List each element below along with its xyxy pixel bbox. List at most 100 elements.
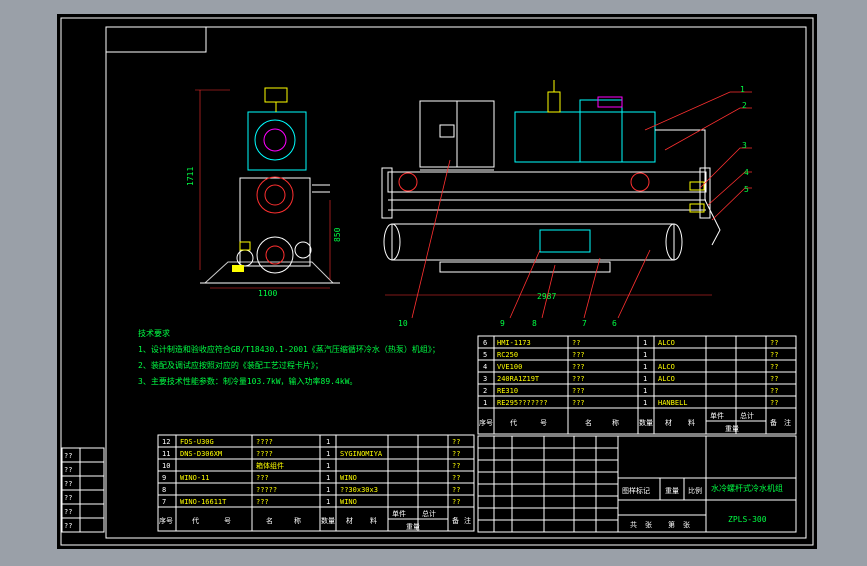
- parts-lower-header-total: 总计: [422, 509, 436, 518]
- parts-lower-name: ????: [256, 450, 273, 458]
- parts-upper-note: ??: [770, 339, 778, 347]
- balloon-9: 9: [500, 319, 505, 328]
- parts-upper-name: ???: [572, 399, 585, 407]
- parts-upper-no: 5: [483, 351, 487, 359]
- parts-upper-header-note2: 注: [784, 418, 791, 427]
- title-sheet-label2: 张: [683, 520, 690, 529]
- parts-upper-header-name2: 称: [612, 418, 619, 427]
- parts-upper-no: 2: [483, 387, 487, 395]
- parts-lower-no: 11: [162, 450, 170, 458]
- parts-upper-name: ???: [572, 387, 585, 395]
- parts-lower-no: 12: [162, 438, 170, 446]
- parts-lower-header-note: 备: [452, 516, 459, 525]
- parts-lower-header-name: 名: [266, 516, 273, 525]
- side-stamp: ??: [64, 452, 72, 460]
- parts-upper-no: 1: [483, 399, 487, 407]
- parts-lower-qty: 1: [326, 474, 330, 482]
- balloon-6: 6: [612, 319, 617, 328]
- parts-upper-header-single: 单件: [710, 411, 724, 420]
- tech-req-item: 1、设计制造和验收应符合GB/T18430.1-2001《蒸汽压缩循环冷水（热泵…: [138, 344, 440, 354]
- balloon-5: 5: [744, 185, 749, 194]
- drawing-canvas: 1711 850 1100 2987 1 2 3 4 5 6 7 8 9 10 …: [57, 14, 817, 549]
- parts-lower-material: WINO: [340, 474, 357, 482]
- parts-lower-name: ???: [256, 498, 269, 506]
- parts-upper-material: ALCO: [658, 375, 675, 383]
- parts-lower-qty: 1: [326, 438, 330, 446]
- parts-lower-note: ??: [452, 486, 460, 494]
- parts-upper-header-code2: 号: [540, 419, 547, 427]
- parts-upper-no: 4: [483, 363, 487, 371]
- parts-upper-qty: 1: [643, 375, 647, 383]
- parts-upper-no: 3: [483, 375, 487, 383]
- dim-width-side: 1100: [258, 289, 277, 298]
- side-stamp: ??: [64, 494, 72, 502]
- parts-lower-header-no: 序号: [159, 516, 173, 525]
- parts-upper-header-material: 材: [665, 418, 672, 427]
- parts-lower-qty: 1: [326, 486, 330, 494]
- parts-upper-code: VVE100: [497, 363, 522, 371]
- parts-upper-qty: 1: [643, 363, 647, 371]
- parts-lower-header-qty: 数量: [321, 516, 335, 525]
- parts-lower-code: FDS-U30G: [180, 438, 214, 446]
- parts-lower-qty: 1: [326, 462, 330, 470]
- parts-lower-no: 9: [162, 474, 166, 482]
- dim-height-side: 1711: [186, 167, 195, 186]
- parts-lower-header-note2: 注: [464, 516, 471, 525]
- parts-lower-name: 箱体组件: [256, 461, 284, 470]
- balloon-1: 1: [740, 85, 745, 94]
- parts-lower-note: ??: [452, 450, 460, 458]
- parts-upper-header-no: 序号: [479, 418, 493, 427]
- balloon-3: 3: [742, 141, 747, 150]
- parts-lower-note: ??: [452, 474, 460, 482]
- parts-lower-code: DNS-D306XM: [180, 450, 222, 458]
- tech-req-item: 2、装配及调试应按照对应的《装配工艺过程卡片》；: [138, 360, 323, 370]
- side-stamp: ??: [64, 466, 72, 474]
- parts-upper-no: 6: [483, 339, 487, 347]
- parts-upper-code: RC250: [497, 351, 518, 359]
- title-drawing-no: ZPLS-300: [728, 515, 767, 524]
- parts-upper-qty: 1: [643, 351, 647, 359]
- parts-upper-note: ??: [770, 399, 778, 407]
- parts-upper-header-total: 总计: [740, 411, 754, 420]
- parts-lower-note: ??: [452, 462, 460, 470]
- side-stamp: ??: [64, 508, 72, 516]
- balloon-4: 4: [744, 168, 749, 177]
- parts-lower-qty: 1: [326, 450, 330, 458]
- parts-upper-note: ??: [770, 363, 778, 371]
- dim-height-lower: 850: [333, 227, 342, 242]
- title-product: 水冷螺杆式冷水机组: [711, 483, 783, 493]
- parts-upper-note: ??: [770, 351, 778, 359]
- balloon-7: 7: [582, 319, 587, 328]
- side-label-plate: [232, 265, 244, 272]
- side-stamp: ??: [64, 522, 72, 530]
- balloon-10: 10: [398, 319, 408, 328]
- parts-upper-note: ??: [770, 387, 778, 395]
- title-sheet-no: 第: [668, 520, 675, 529]
- parts-upper-name: ??: [572, 339, 580, 347]
- parts-lower-header-name2: 称: [294, 516, 301, 525]
- parts-lower-no: 10: [162, 462, 170, 470]
- parts-upper-header-weight: 重量: [725, 425, 739, 433]
- parts-upper-header-code: 代: [510, 418, 517, 427]
- parts-lower-material: SYGINOMIYA: [340, 450, 383, 458]
- parts-upper-name: ???: [572, 351, 585, 359]
- parts-lower-header-code2: 号: [224, 517, 231, 525]
- parts-lower-material: ??30x30x3: [340, 486, 378, 494]
- parts-upper-code: RE310: [497, 387, 518, 395]
- parts-lower-no: 7: [162, 498, 166, 506]
- parts-upper-code: 240RA1Z19T: [497, 375, 540, 383]
- parts-upper-qty: 1: [643, 399, 647, 407]
- parts-upper-header-material2: 料: [688, 418, 695, 427]
- parts-upper-name: ???: [572, 363, 585, 371]
- title-ratio-label: 比例: [688, 486, 702, 495]
- parts-upper-code: RE295???????: [497, 399, 548, 407]
- side-stamp: ??: [64, 480, 72, 488]
- parts-lower-header-weight: 重量: [406, 523, 420, 531]
- parts-upper-qty: 1: [643, 387, 647, 395]
- title-weight-label: 重量: [665, 487, 679, 495]
- tech-req-heading: 技术要求: [138, 328, 170, 338]
- parts-upper-note: ??: [770, 375, 778, 383]
- parts-upper-header-note: 备: [770, 418, 777, 427]
- parts-lower-qty: 1: [326, 498, 330, 506]
- parts-upper-material: ALCO: [658, 339, 675, 347]
